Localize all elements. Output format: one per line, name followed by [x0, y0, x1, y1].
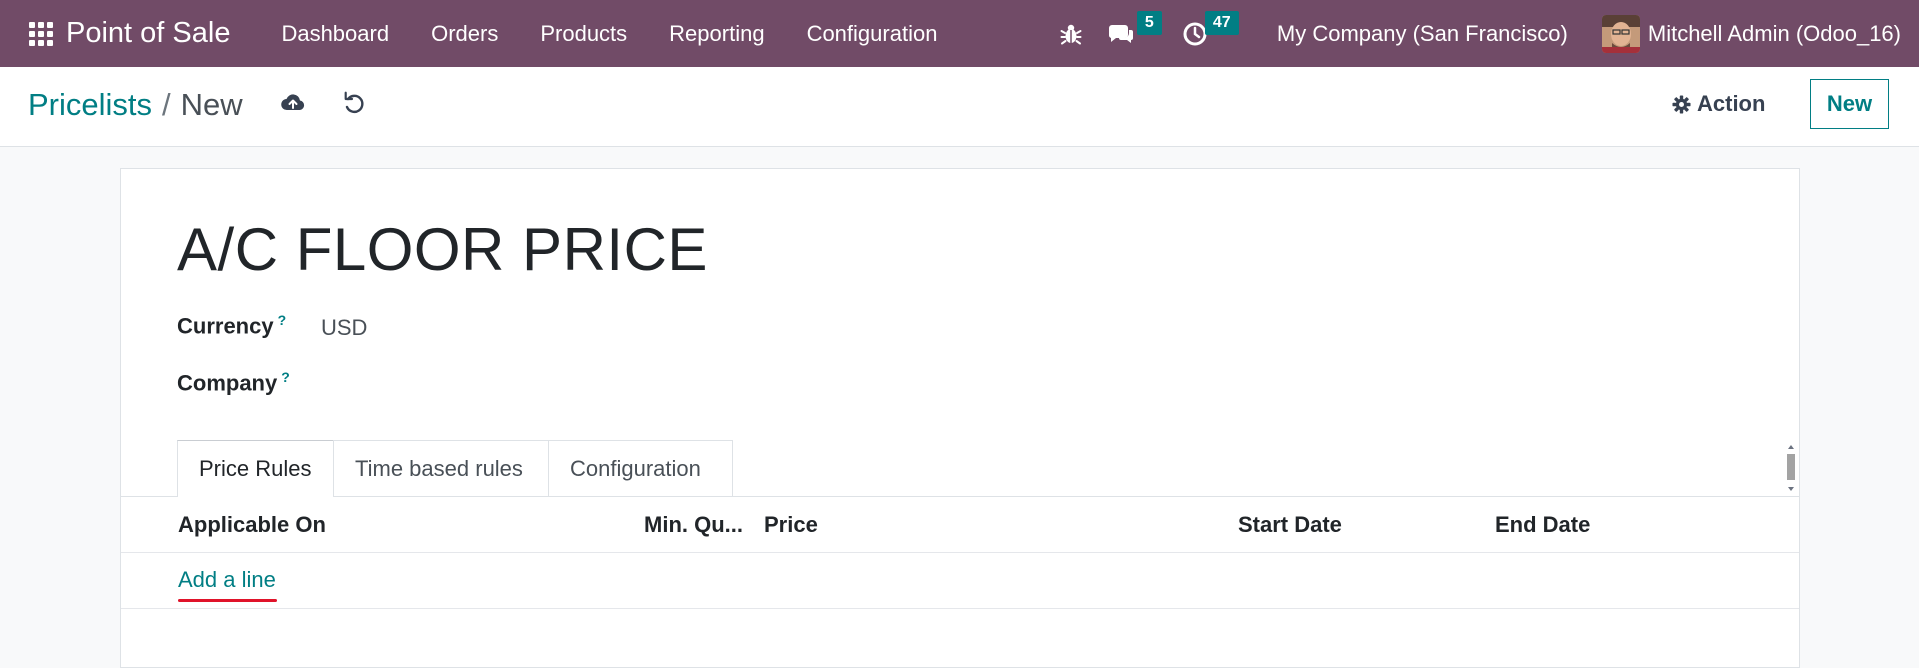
breadcrumb-pricelists[interactable]: Pricelists: [28, 87, 152, 123]
pricelist-name-input[interactable]: A/C FLOOR PRICE: [177, 215, 708, 284]
systray: 5 47 My Company (San Francisco) Mitchell…: [1049, 0, 1919, 67]
currency-field[interactable]: USD: [321, 315, 367, 341]
company-help-icon[interactable]: ?: [281, 369, 290, 385]
company-label-text: Company: [177, 370, 278, 396]
currency-label: Currency?: [177, 312, 286, 339]
menu-products[interactable]: Products: [519, 21, 648, 47]
breadcrumb: Pricelists / New: [28, 87, 243, 123]
company-field[interactable]: [321, 372, 721, 400]
avatar: [1601, 14, 1640, 53]
menu-dashboard[interactable]: Dashboard: [260, 21, 410, 47]
currency-help-icon[interactable]: ?: [278, 312, 287, 328]
scrollbar[interactable]: [1785, 442, 1797, 494]
activities-badge: 47: [1204, 11, 1239, 35]
col-end-date[interactable]: End Date: [1495, 512, 1590, 538]
col-start-date[interactable]: Start Date: [1238, 512, 1342, 538]
tabs-divider: [121, 496, 1799, 497]
add-a-line-link[interactable]: Add a line: [178, 567, 276, 593]
col-applicable-on[interactable]: Applicable On: [178, 512, 326, 538]
currency-label-text: Currency: [177, 313, 274, 339]
discard-undo-icon[interactable]: [342, 91, 366, 120]
menu-configuration[interactable]: Configuration: [786, 21, 959, 47]
gear-icon: [1672, 94, 1691, 114]
apps-menu-icon[interactable]: [18, 11, 64, 57]
new-button[interactable]: New: [1810, 79, 1889, 129]
header-divider: [121, 552, 1799, 553]
company-switcher[interactable]: My Company (San Francisco): [1277, 21, 1568, 47]
active-tab-gap: [178, 496, 333, 497]
tab-configuration[interactable]: Configuration: [548, 440, 733, 496]
highlight-underline: [178, 599, 277, 602]
col-price[interactable]: Price: [764, 512, 818, 538]
action-button[interactable]: Action: [1672, 91, 1765, 117]
notebook-tabs: Price Rules Time based rules Configurati…: [177, 440, 733, 496]
col-min-quantity[interactable]: Min. Qu...: [644, 512, 743, 538]
top-navbar: Point of Sale Dashboard Orders Products …: [0, 0, 1919, 67]
company-label: Company?: [177, 369, 290, 396]
messages-icon[interactable]: 5: [1095, 0, 1165, 67]
tab-price-rules[interactable]: Price Rules: [177, 440, 334, 496]
user-name: Mitchell Admin (Odoo_16): [1647, 20, 1901, 46]
user-menu[interactable]: Mitchell Admin (Odoo_16): [1601, 14, 1901, 53]
tab-time-based-rules[interactable]: Time based rules: [333, 440, 549, 496]
row-divider: [121, 608, 1799, 609]
messages-badge: 5: [1136, 11, 1162, 35]
form-sheet: A/C FLOOR PRICE Currency? USD Company? P…: [120, 168, 1800, 668]
breadcrumb-separator: /: [162, 87, 171, 122]
app-name[interactable]: Point of Sale: [66, 17, 230, 50]
save-cloud-icon[interactable]: [280, 91, 306, 120]
menu-orders[interactable]: Orders: [410, 21, 519, 47]
debug-bug-icon[interactable]: [1049, 0, 1093, 67]
control-panel: Pricelists / New Action New: [0, 67, 1919, 147]
action-label: Action: [1697, 91, 1766, 116]
menu-reporting[interactable]: Reporting: [648, 21, 785, 47]
breadcrumb-current: New: [180, 87, 243, 122]
activities-clock-icon[interactable]: 47: [1167, 0, 1247, 67]
